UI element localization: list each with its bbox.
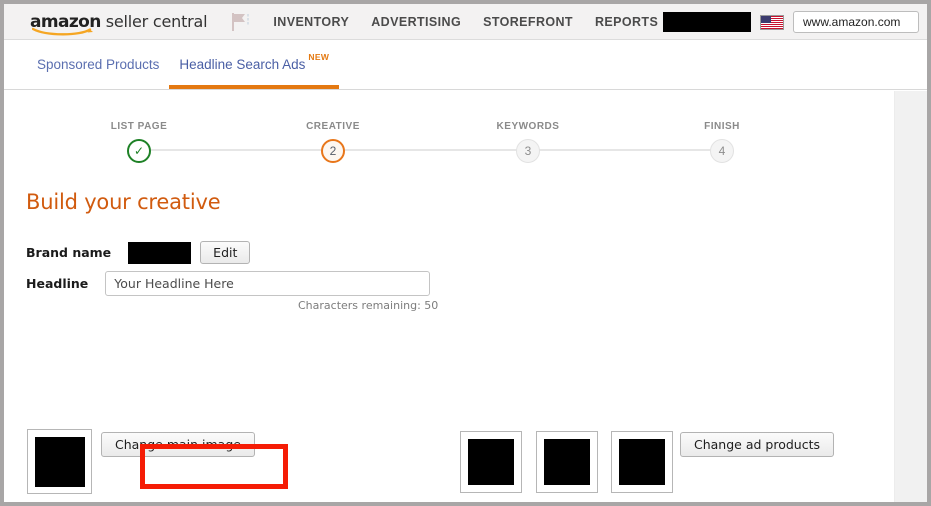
tab-sponsored-products[interactable]: Sponsored Products [27, 40, 169, 89]
headline-input[interactable] [105, 271, 431, 296]
ad-product-thumbnail-2[interactable] [536, 431, 598, 493]
step-keywords-label: KEYWORDS [496, 121, 560, 132]
brand-name-row: Brand name Edit [26, 241, 251, 264]
nav-item-storefront[interactable]: STOREFRONT [483, 15, 573, 29]
main-image-thumbnail[interactable] [27, 429, 92, 494]
primary-nav: INVENTORY ADVERTISING STOREFRONT REPORTS [273, 15, 658, 29]
amazon-seller-central-header: amazon seller central INVENTORY ADVERTIS… [4, 4, 927, 40]
account-name-redacted [663, 12, 751, 32]
main-image-redacted [34, 436, 85, 487]
flag-icon [231, 12, 251, 31]
step-finish-label: FINISH [704, 121, 740, 132]
step-connector-3 [528, 149, 722, 151]
characters-remaining-text: Characters remaining: 50 [298, 299, 439, 312]
step-finish[interactable]: FINISH 4 [662, 121, 782, 163]
headline-label: Headline [26, 276, 89, 291]
tab-sponsored-products-label: Sponsored Products [37, 57, 160, 72]
change-ad-products-button[interactable]: Change ad products [680, 432, 834, 457]
ad-product-image-redacted [468, 439, 514, 485]
url-bar[interactable]: www.amazon.com [793, 11, 919, 33]
campaign-type-tabs: Sponsored Products Headline Search Ads N… [4, 40, 927, 90]
edit-brand-button[interactable]: Edit [200, 241, 251, 264]
amazon-seller-central-logo[interactable]: amazon seller central [30, 11, 208, 35]
new-badge: NEW [308, 52, 330, 62]
step-creative[interactable]: CREATIVE 2 [273, 121, 393, 163]
brand-name-label: Brand name [26, 245, 112, 260]
amazon-smile-icon [32, 27, 94, 36]
ad-product-thumbnail-3[interactable] [611, 431, 673, 493]
step-list-page[interactable]: LIST PAGE ✓ [79, 121, 199, 163]
campaign-stepper: LIST PAGE ✓ CREATIVE 2 KEYWORDS 3 FINISH… [26, 121, 746, 171]
step-creative-label: CREATIVE [306, 121, 360, 132]
ad-product-thumbnail-1[interactable] [460, 431, 522, 493]
vertical-scrollbar[interactable] [894, 91, 927, 502]
change-main-image-button[interactable]: Change main image [101, 432, 255, 457]
browser-window: amazon seller central INVENTORY ADVERTIS… [0, 0, 931, 506]
nav-item-reports[interactable]: REPORTS [595, 15, 658, 29]
tab-headline-search-ads-label: Headline Search Ads [179, 57, 306, 72]
nav-item-advertising[interactable]: ADVERTISING [371, 15, 461, 29]
step-keywords[interactable]: KEYWORDS 3 [468, 121, 588, 163]
step-finish-marker: 4 [710, 139, 734, 163]
page-title: Build your creative [26, 190, 221, 214]
step-creative-marker: 2 [321, 139, 345, 163]
brand-name-value-redacted [128, 241, 192, 264]
us-flag-icon[interactable] [760, 14, 784, 30]
tab-headline-search-ads[interactable]: Headline Search Ads NEW [169, 40, 339, 89]
step-keywords-marker: 3 [516, 139, 540, 163]
ad-product-image-redacted [544, 439, 590, 485]
step-list-page-label: LIST PAGE [110, 121, 168, 132]
header-right-cluster: www.amazon.com [663, 4, 919, 40]
headline-row: Headline [26, 271, 431, 296]
main-content: LIST PAGE ✓ CREATIVE 2 KEYWORDS 3 FINISH… [4, 91, 894, 502]
step-list-page-marker: ✓ [127, 139, 151, 163]
ad-product-image-redacted [619, 439, 665, 485]
step-connector-2 [333, 149, 528, 151]
step-connector-1 [139, 149, 333, 151]
nav-item-inventory[interactable]: INVENTORY [273, 15, 349, 29]
seller-central-wordmark: seller central [105, 11, 208, 31]
